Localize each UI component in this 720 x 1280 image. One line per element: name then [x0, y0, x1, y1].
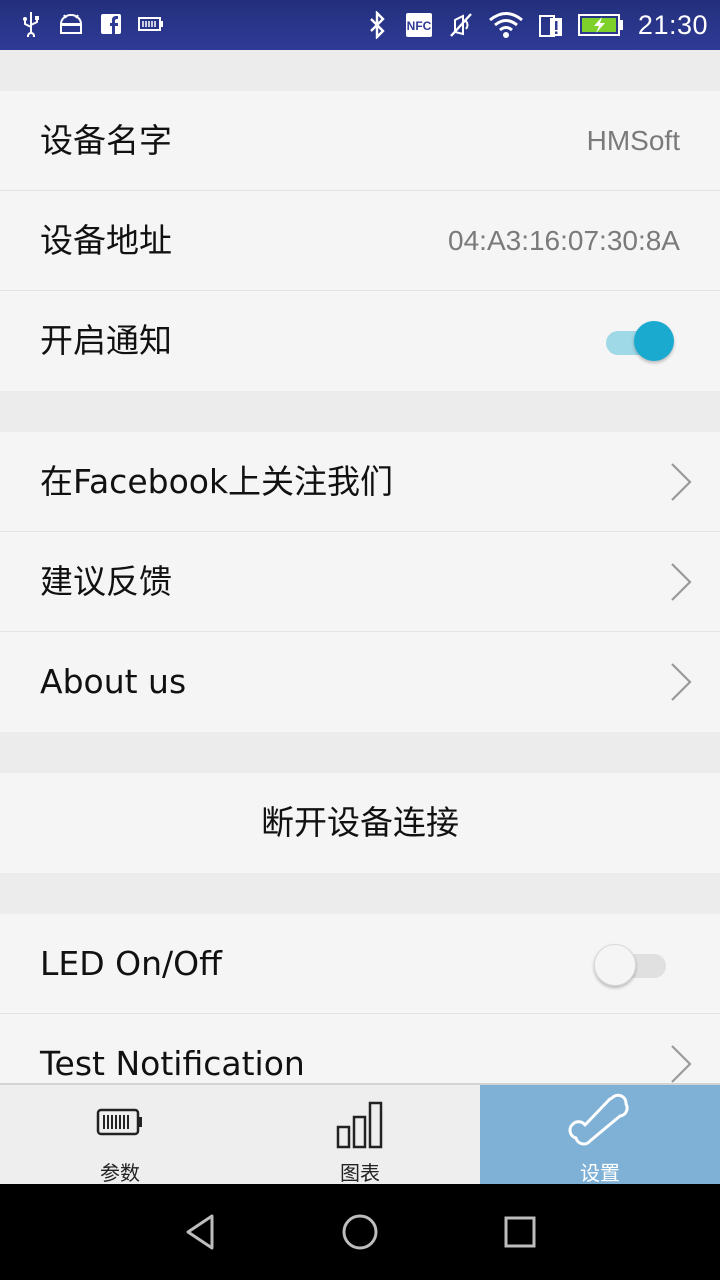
tab-chart[interactable]: 图表: [240, 1085, 480, 1185]
disconnect-group: 断开设备连接: [0, 773, 720, 873]
usb-icon: [18, 10, 44, 38]
facebook-follow-label: 在Facebook上关注我们: [40, 462, 394, 501]
feedback-row[interactable]: 建议反馈: [0, 532, 720, 632]
tab-settings-label: 设置: [580, 1161, 620, 1185]
android-icon: [58, 10, 84, 38]
test-notification-row[interactable]: Test Notification: [0, 1014, 720, 1083]
facebook-icon: [98, 10, 124, 38]
tab-params[interactable]: 参数: [0, 1085, 240, 1185]
tab-params-label: 参数: [100, 1161, 140, 1185]
vibrate-off-icon: [448, 11, 474, 39]
test-notification-label: Test Notification: [40, 1044, 305, 1083]
section-divider: [0, 391, 720, 432]
links-group: 在Facebook上关注我们 建议反馈 About us: [0, 432, 720, 732]
device-name-value: HMSoft: [586, 125, 680, 156]
device-name-label: 设备名字: [40, 121, 172, 160]
notification-label: 开启通知: [40, 321, 172, 360]
feedback-label: 建议反馈: [40, 562, 172, 601]
about-us-row[interactable]: About us: [0, 632, 720, 732]
notification-toggle[interactable]: [604, 321, 674, 361]
status-bar: NFC 21:30: [0, 0, 720, 50]
led-toggle[interactable]: [594, 944, 674, 986]
settings-list[interactable]: 设备名字 HMSoft 设备地址 04:A3:16:07:30:8A 开启通知 …: [0, 50, 720, 1083]
battery-charging-icon: [577, 11, 624, 39]
wifi-icon: [488, 11, 524, 39]
device-address-label: 设备地址: [40, 221, 172, 260]
tab-settings[interactable]: 设置: [480, 1085, 720, 1185]
led-row: LED On/Off: [0, 914, 720, 1014]
device-address-value: 04:A3:16:07:30:8A: [448, 225, 680, 256]
toggle-thumb: [594, 944, 636, 986]
bone-icon: [568, 1093, 629, 1146]
led-label: LED On/Off: [40, 944, 222, 983]
device-address-row: 设备地址 04:A3:16:07:30:8A: [0, 191, 720, 291]
battery-small-icon: [138, 10, 164, 38]
clock: 21:30: [637, 10, 708, 40]
chevron-right-icon: [671, 463, 692, 501]
home-icon[interactable]: [338, 1210, 382, 1254]
recents-icon[interactable]: [498, 1210, 542, 1254]
device-info-group: 设备名字 HMSoft 设备地址 04:A3:16:07:30:8A 开启通知: [0, 91, 720, 391]
chevron-right-icon: [671, 563, 692, 601]
section-divider: [0, 50, 720, 91]
bottom-tab-bar: 参数 图表 设置: [0, 1083, 720, 1185]
battery-icon: [96, 1108, 142, 1136]
section-divider: [0, 873, 720, 914]
about-us-label: About us: [40, 662, 187, 701]
section-divider: [0, 732, 720, 773]
notification-row: 开启通知: [0, 291, 720, 391]
debug-group: LED On/Off Test Notification: [0, 914, 720, 1083]
sim-alert-icon: [538, 11, 564, 39]
tab-chart-label: 图表: [340, 1161, 380, 1185]
disconnect-button[interactable]: 断开设备连接: [0, 773, 720, 873]
chevron-right-icon: [671, 663, 692, 701]
chevron-right-icon: [671, 1045, 692, 1083]
facebook-follow-row[interactable]: 在Facebook上关注我们: [0, 432, 720, 532]
bluetooth-icon: [364, 11, 390, 39]
toggle-thumb: [634, 321, 674, 361]
disconnect-label: 断开设备连接: [261, 803, 459, 842]
system-nav-bar: [0, 1184, 720, 1280]
back-icon[interactable]: [180, 1210, 224, 1254]
device-name-row: 设备名字 HMSoft: [0, 91, 720, 191]
bar-chart-icon: [336, 1101, 383, 1149]
nfc-icon: NFC: [404, 11, 434, 39]
svg-text:NFC: NFC: [407, 19, 432, 33]
